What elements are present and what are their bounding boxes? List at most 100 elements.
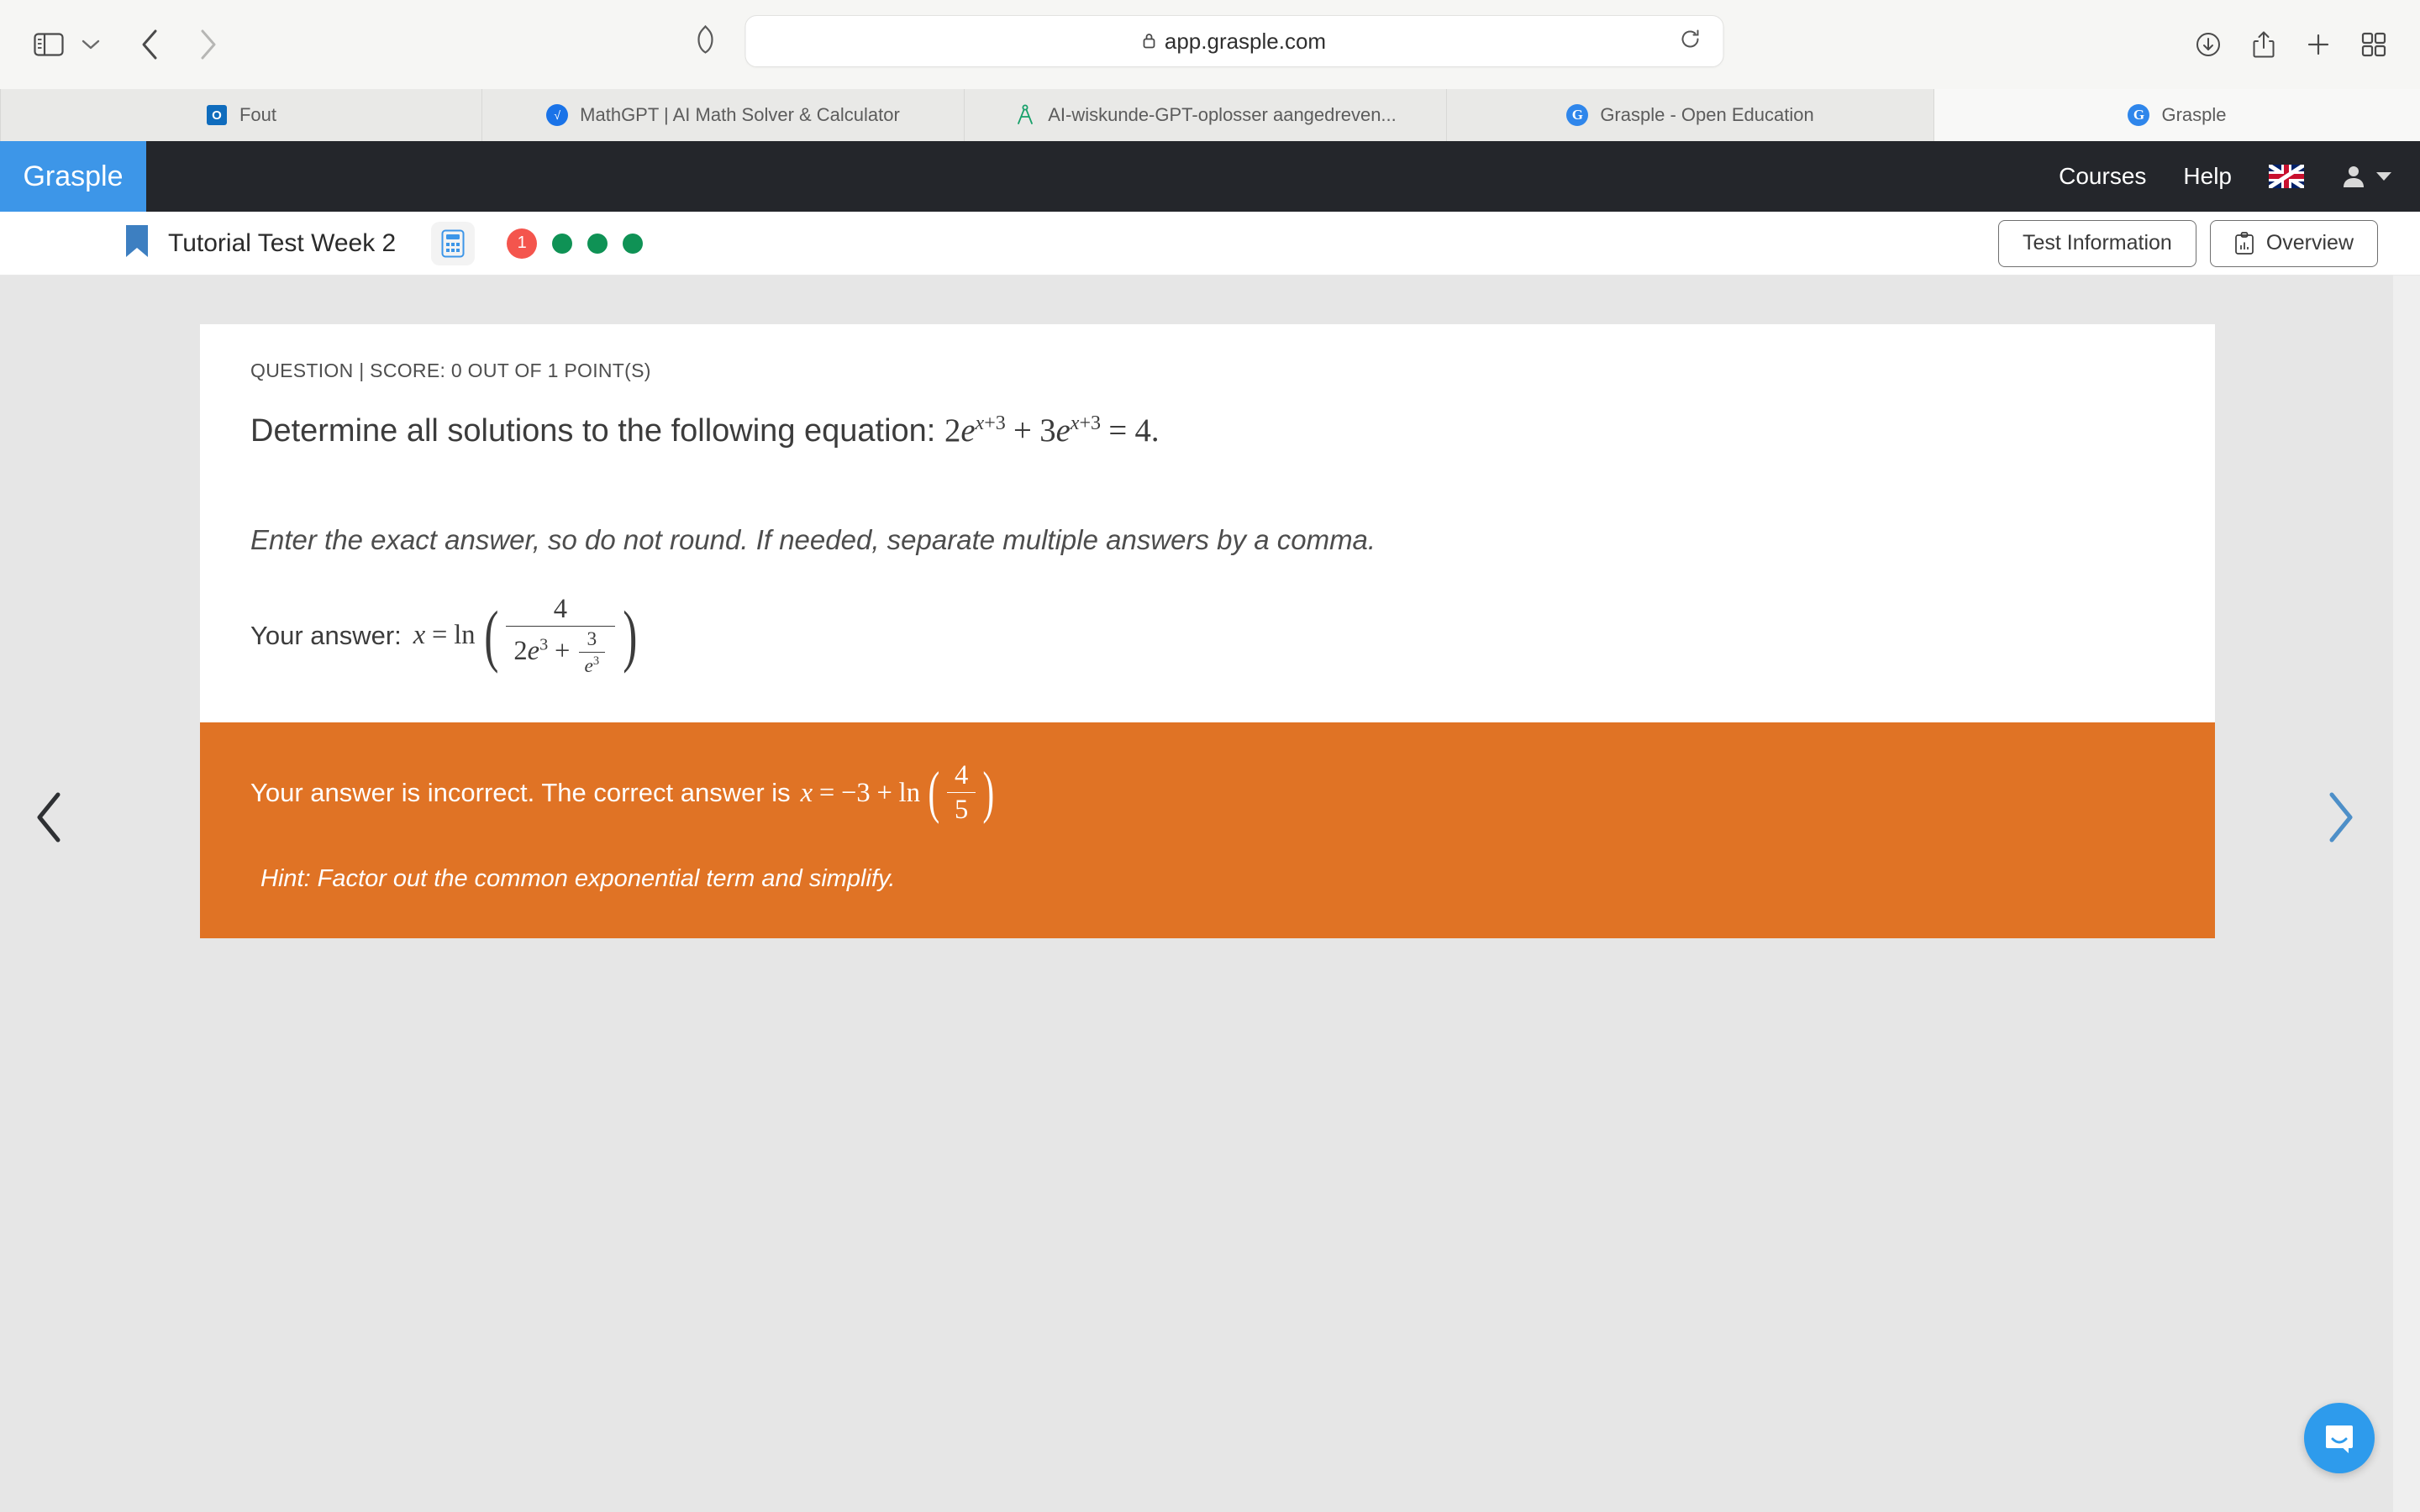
- feedback-hint: Hint: Factor out the common exponential …: [260, 865, 896, 893]
- correct-variable: x: [800, 777, 813, 808]
- download-icon[interactable]: [2195, 31, 2222, 58]
- browser-right-controls: [2195, 30, 2386, 59]
- question-prompt: Determine all solutions to the following…: [250, 411, 2165, 452]
- eq-equals: =: [1108, 412, 1128, 449]
- browser-address-area: app.grasple.com: [697, 15, 1724, 67]
- eq-base-2: e: [1055, 412, 1071, 449]
- progress-dot[interactable]: [623, 233, 644, 254]
- app-navbar: Grasple Courses Help: [0, 141, 2420, 212]
- reload-icon[interactable]: [1680, 29, 1702, 55]
- question-instruction: Enter the exact answer, so do not round.…: [250, 523, 1376, 555]
- browser-chrome: app.grasple.com: [0, 0, 2420, 89]
- your-answer-row: Your answer: x = ln( 4 2e3 +3 e3 ): [250, 593, 2165, 678]
- test-toolbar-right: Test Information Overview: [1997, 219, 2378, 267]
- next-question-button[interactable]: [2311, 788, 2370, 847]
- correct-paren-close: ): [982, 760, 995, 825]
- calculator-icon[interactable]: [431, 221, 476, 265]
- uk-flag-icon[interactable]: [2269, 165, 2304, 188]
- test-information-button[interactable]: Test Information: [1997, 219, 2196, 267]
- ans-inner-fraction: 3 e3: [578, 627, 605, 677]
- ans-paren-close: ): [622, 596, 637, 675]
- browser-tab-0[interactable]: O Fout: [0, 89, 482, 141]
- ans-denominator: 2e3 +3 e3: [506, 625, 615, 677]
- browser-tab-3[interactable]: G Grasple - Open Education: [1447, 89, 1934, 141]
- grasple-icon: G: [1566, 104, 1589, 126]
- browser-tab-bar: O Fout √ MathGPT | AI Math Solver & Calc…: [0, 89, 2420, 141]
- eq-coef-2: 3: [1039, 412, 1056, 449]
- previous-question-button[interactable]: [20, 788, 79, 847]
- ans-inner-num: 3: [587, 627, 597, 650]
- ans-inner-den-exp: 3: [592, 654, 600, 668]
- ans-inner-den: e3: [578, 651, 605, 677]
- browser-tab-label: AI-wiskunde-GPT-oplosser aangedreven...: [1048, 104, 1397, 125]
- app-navbar-right: Courses Help: [2059, 163, 2391, 190]
- chat-bubble-icon: [2326, 1425, 2353, 1453]
- clipboard-chart-icon: [2234, 231, 2254, 255]
- support-chat-button[interactable]: [2304, 1403, 2375, 1473]
- grasple-logo[interactable]: Grasple: [0, 141, 146, 212]
- scroll-edge: [2393, 276, 2420, 1512]
- browser-tab-label: Grasple - Open Education: [1600, 104, 1814, 125]
- browser-tab-4-active[interactable]: G Grasple: [1934, 89, 2420, 141]
- correct-paren-open: (: [928, 760, 940, 825]
- progress-dot[interactable]: [552, 233, 573, 254]
- sidebar-dropdown-caret-icon[interactable]: [74, 28, 108, 61]
- ans-inner-den-base: e: [584, 654, 593, 677]
- test-title: Tutorial Test Week 2: [168, 228, 397, 257]
- browser-tab-1[interactable]: √ MathGPT | AI Math Solver & Calculator: [482, 89, 965, 141]
- ans-equals: =: [432, 620, 448, 651]
- correct-fraction: 4 5: [946, 760, 976, 825]
- question-card: QUESTION | SCORE: 0 OUT OF 1 POINT(S) De…: [200, 324, 2215, 723]
- eq-rhs: 4: [1134, 412, 1151, 449]
- overview-button[interactable]: Overview: [2209, 219, 2378, 267]
- your-answer-label: Your answer:: [250, 620, 402, 650]
- tab-overview-icon[interactable]: [2361, 32, 2386, 57]
- browser-forward-button[interactable]: [185, 24, 232, 65]
- outlook-icon: O: [206, 104, 228, 126]
- eq-period: .: [1150, 412, 1160, 449]
- overview-button-label: Overview: [2265, 231, 2354, 255]
- user-avatar-icon: [2344, 166, 2364, 187]
- progress-dot-current[interactable]: 1: [507, 228, 538, 259]
- share-icon[interactable]: [2252, 30, 2275, 59]
- correct-answer-expression: x = −3 + ln ( 4 5 ): [800, 760, 998, 825]
- feedback-message: Your answer is incorrect. The correct an…: [250, 778, 791, 808]
- ans-numerator: 4: [553, 593, 568, 624]
- ans-den-base: e: [527, 635, 540, 666]
- ans-function: ln: [454, 620, 476, 651]
- caret-down-icon: [2376, 172, 2391, 181]
- browser-back-button[interactable]: [126, 24, 173, 65]
- url-text-group: app.grasple.com: [1143, 29, 1326, 55]
- nav-link-help[interactable]: Help: [2183, 163, 2232, 190]
- question-prompt-text: Determine all solutions to the following…: [250, 413, 936, 449]
- chevron-right-icon: [2329, 792, 2353, 843]
- browser-tab-label: Fout: [239, 104, 277, 125]
- eq-coef-1: 2: [944, 412, 961, 449]
- ans-den-exp: 3: [539, 634, 549, 654]
- your-answer-expression: x = ln( 4 2e3 +3 e3 ): [413, 593, 641, 678]
- url-bar[interactable]: app.grasple.com: [744, 15, 1724, 67]
- shield-icon[interactable]: [697, 24, 715, 58]
- correct-plus: +: [876, 777, 892, 808]
- ans-den-coef: 2: [513, 635, 528, 666]
- browser-tab-label: Grasple: [2161, 104, 2227, 125]
- eq-exponent-1: x+3: [975, 412, 1006, 435]
- browser-tab-2[interactable]: AI-wiskunde-GPT-oplosser aangedreven...: [965, 89, 1447, 141]
- ans-variable: x: [413, 620, 426, 651]
- ans-den-plus: +: [555, 635, 571, 666]
- compass-icon: [1014, 104, 1036, 126]
- question-card-wrapper: QUESTION | SCORE: 0 OUT OF 1 POINT(S) De…: [200, 324, 2215, 939]
- progress-dot[interactable]: [587, 233, 608, 254]
- ans-fraction: 4 2e3 +3 e3: [506, 593, 615, 678]
- question-meta: QUESTION | SCORE: 0 OUT OF 1 POINT(S): [250, 360, 651, 381]
- eq-operator: +: [1013, 412, 1032, 449]
- eq-base-1: e: [960, 412, 976, 449]
- correct-function: ln: [898, 777, 920, 808]
- correct-equals: =: [818, 777, 835, 808]
- question-progress-dots: 1: [507, 228, 644, 259]
- new-tab-plus-icon[interactable]: [2306, 32, 2331, 57]
- user-menu[interactable]: [2341, 164, 2391, 189]
- lock-icon: [1143, 29, 1156, 55]
- nav-link-courses[interactable]: Courses: [2059, 163, 2146, 190]
- sidebar-toggle-icon[interactable]: [30, 30, 67, 59]
